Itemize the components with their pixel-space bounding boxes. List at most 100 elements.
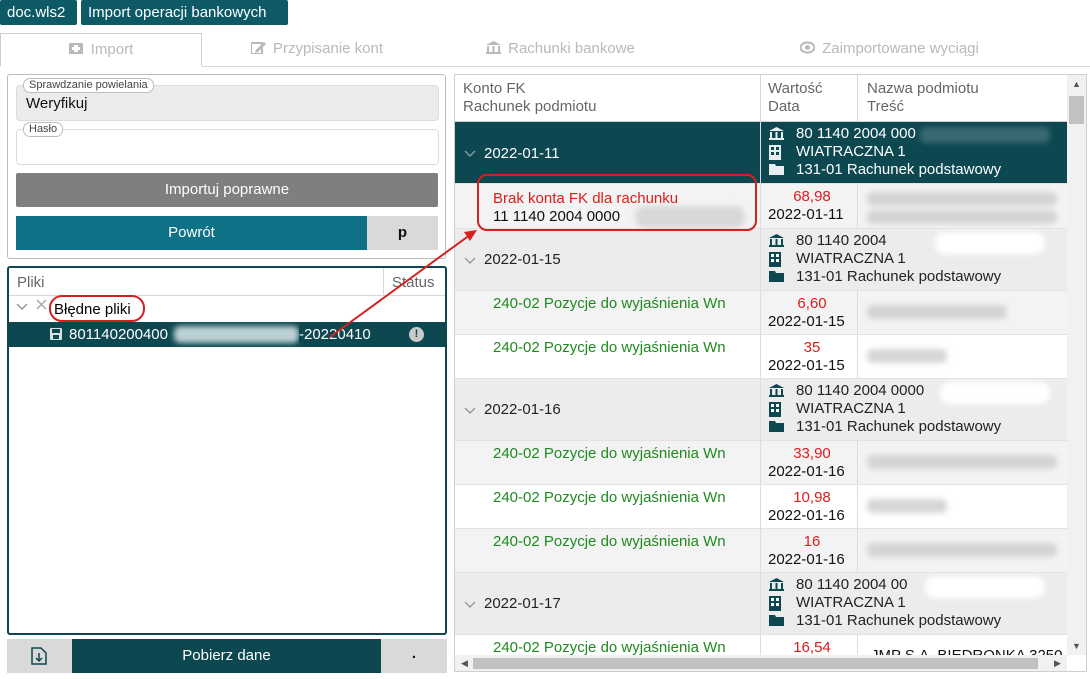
files-column-header[interactable]: Pliki bbox=[17, 274, 45, 291]
header-nazwa-line1: Nazwa podmiotu bbox=[867, 80, 979, 97]
ledger-account: 131-01 Rachunek podstawowy bbox=[796, 161, 1002, 178]
amount-value: 6,60 bbox=[797, 295, 827, 312]
amount-value: 10,98 bbox=[793, 489, 831, 506]
column-divider bbox=[760, 379, 761, 440]
more-button[interactable]: . bbox=[381, 639, 447, 673]
breadcrumb-import[interactable]: Import operacji bankowych bbox=[81, 0, 288, 25]
import-correct-button[interactable]: Importuj poprawne bbox=[16, 173, 438, 207]
group-date: 2022-01-15 bbox=[484, 251, 561, 268]
company-name: WIATRACZNA 1 bbox=[796, 400, 906, 417]
operation-date: 2022-01-15 bbox=[768, 313, 845, 330]
column-divider bbox=[760, 529, 761, 572]
error-files-group[interactable]: Błędne pliki bbox=[9, 295, 445, 322]
chevron-down-icon[interactable] bbox=[464, 254, 476, 266]
bank-icon bbox=[769, 234, 784, 247]
redacted-text bbox=[867, 455, 1057, 469]
header-nazwa[interactable]: Nazwa podmiotu Treść bbox=[867, 80, 979, 116]
file-row[interactable]: 801140200400 -20220410 ! bbox=[9, 322, 445, 347]
amount-cell: 10,98 2022-01-16 bbox=[768, 489, 856, 525]
annotation-box bbox=[477, 174, 757, 231]
amount-value: 33,90 bbox=[793, 445, 831, 462]
table-row[interactable]: 240-02 Pozycje do wyjaśnienia Wn 16,54 J… bbox=[455, 635, 1067, 655]
header-divider bbox=[857, 75, 858, 122]
table-row[interactable]: 240-02 Pozycje do wyjaśnienia Wn 35 2022-… bbox=[455, 335, 1067, 379]
app-root: doc.wls2 Import operacji bankowych Impor… bbox=[0, 0, 1090, 679]
chevron-down-icon[interactable] bbox=[464, 598, 476, 610]
column-divider bbox=[760, 122, 761, 183]
grid-header: Konto FK Rachunek podmiotu Wartość Data … bbox=[455, 75, 1067, 122]
import-icon bbox=[68, 43, 83, 54]
amount-cell: 68,98 2022-01-11 bbox=[768, 188, 856, 224]
building-icon bbox=[769, 252, 781, 267]
operation-date: 2022-01-16 bbox=[768, 463, 845, 480]
header-divider bbox=[760, 75, 761, 122]
save-icon bbox=[50, 328, 62, 340]
ledger-account: 131-01 Rachunek podstawowy bbox=[796, 268, 1002, 285]
edit-icon bbox=[250, 42, 266, 54]
redacted-text bbox=[867, 192, 1057, 206]
scroll-thumb[interactable] bbox=[473, 658, 1038, 669]
files-header: Pliki Status bbox=[9, 268, 445, 296]
status-column-header[interactable]: Status bbox=[392, 274, 435, 291]
redacted-text bbox=[920, 127, 1050, 143]
table-row[interactable]: 240-02 Pozycje do wyjaśnienia Wn 33,90 20… bbox=[455, 441, 1067, 485]
date-group-row[interactable]: 2022-01-16 80 1140 2004 0000 WIATRACZNA … bbox=[455, 379, 1067, 441]
tab-przypisanie[interactable]: Przypisanie kont bbox=[202, 33, 432, 66]
column-divider bbox=[760, 229, 761, 290]
redacted-text bbox=[867, 349, 947, 363]
file-name: 801140200400 bbox=[69, 326, 168, 343]
table-row[interactable]: 240-02 Pozycje do wyjaśnienia Wn 16 2022-… bbox=[455, 529, 1067, 573]
chevron-down-icon[interactable] bbox=[464, 404, 476, 416]
ledger-account: 240-02 Pozycje do wyjaśnienia Wn bbox=[493, 295, 726, 312]
column-divider bbox=[760, 573, 761, 634]
ledger-account: 131-01 Rachunek podstawowy bbox=[796, 418, 1002, 435]
header-nazwa-line2: Treść bbox=[867, 98, 904, 115]
back-button[interactable]: Powrót bbox=[16, 216, 367, 250]
scroll-down-icon[interactable]: ▼ bbox=[1067, 637, 1086, 655]
duplicate-check-select[interactable]: Sprawdzanie powielania Weryfikuj bbox=[16, 78, 439, 121]
date-group-row[interactable]: 2022-01-17 80 1140 2004 00 WIATRACZNA 1 … bbox=[455, 573, 1067, 635]
tab-rachunki[interactable]: Rachunki bankowe bbox=[432, 33, 689, 66]
redacted-text bbox=[867, 543, 1057, 557]
header-konto[interactable]: Konto FK Rachunek podmiotu bbox=[463, 80, 596, 116]
bank-icon bbox=[769, 127, 784, 140]
horizontal-scrollbar[interactable]: ◀ ▶ bbox=[455, 655, 1067, 671]
download-file-button[interactable] bbox=[7, 639, 72, 673]
p-button[interactable]: p bbox=[367, 216, 438, 250]
password-field[interactable]: Hasło bbox=[16, 122, 439, 165]
amount-value: 16,54 bbox=[793, 639, 831, 655]
account-number: 80 1140 2004 0000 bbox=[796, 382, 925, 399]
chevron-down-icon[interactable] bbox=[16, 300, 28, 312]
chevron-down-icon[interactable] bbox=[464, 147, 476, 159]
table-row[interactable]: 240-02 Pozycje do wyjaśnienia Wn 10,98 20… bbox=[455, 485, 1067, 529]
scroll-thumb[interactable] bbox=[1069, 96, 1084, 124]
header-wartosc[interactable]: Wartość Data bbox=[768, 80, 822, 116]
amount-cell: 6,60 2022-01-15 bbox=[768, 295, 856, 331]
ledger-account: 131-01 Rachunek podstawowy bbox=[796, 612, 1002, 629]
scroll-up-icon[interactable]: ▲ bbox=[1067, 75, 1086, 93]
table-row[interactable]: 240-02 Pozycje do wyjaśnienia Wn 6,60 202… bbox=[455, 291, 1067, 335]
amount-cell: 16 2022-01-16 bbox=[768, 533, 856, 569]
redacted-text bbox=[867, 210, 1057, 224]
header-konto-line1: Konto FK bbox=[463, 80, 526, 97]
group-date: 2022-01-11 bbox=[484, 145, 560, 162]
fetch-data-button[interactable]: Pobierz dane bbox=[72, 639, 381, 673]
ledger-account: 240-02 Pozycje do wyjaśnienia Wn bbox=[493, 489, 726, 506]
group-date: 2022-01-17 bbox=[484, 595, 561, 612]
date-group-row[interactable]: 2022-01-15 80 1140 2004 WIATRACZNA 1 131… bbox=[455, 229, 1067, 291]
scroll-right-icon[interactable]: ▶ bbox=[1048, 655, 1067, 671]
redacted-text bbox=[935, 232, 1045, 254]
close-icon bbox=[36, 299, 47, 310]
redacted-text bbox=[174, 326, 299, 343]
column-divider bbox=[857, 529, 858, 572]
tab-import[interactable]: Import bbox=[0, 33, 202, 66]
import-options-panel: Sprawdzanie powielania Weryfikuj Hasło I… bbox=[7, 74, 446, 259]
tab-zaimportowane[interactable]: Zaimportowane wyciągi bbox=[689, 33, 1090, 66]
scroll-left-icon[interactable]: ◀ bbox=[455, 655, 474, 671]
account-number: 80 1140 2004 bbox=[796, 232, 887, 249]
breadcrumb-doc[interactable]: doc.wls2 bbox=[0, 0, 77, 25]
column-divider bbox=[760, 184, 761, 228]
folder-icon bbox=[769, 421, 784, 432]
column-divider bbox=[857, 184, 858, 228]
vertical-scrollbar[interactable]: ▲ ▼ bbox=[1067, 75, 1086, 655]
